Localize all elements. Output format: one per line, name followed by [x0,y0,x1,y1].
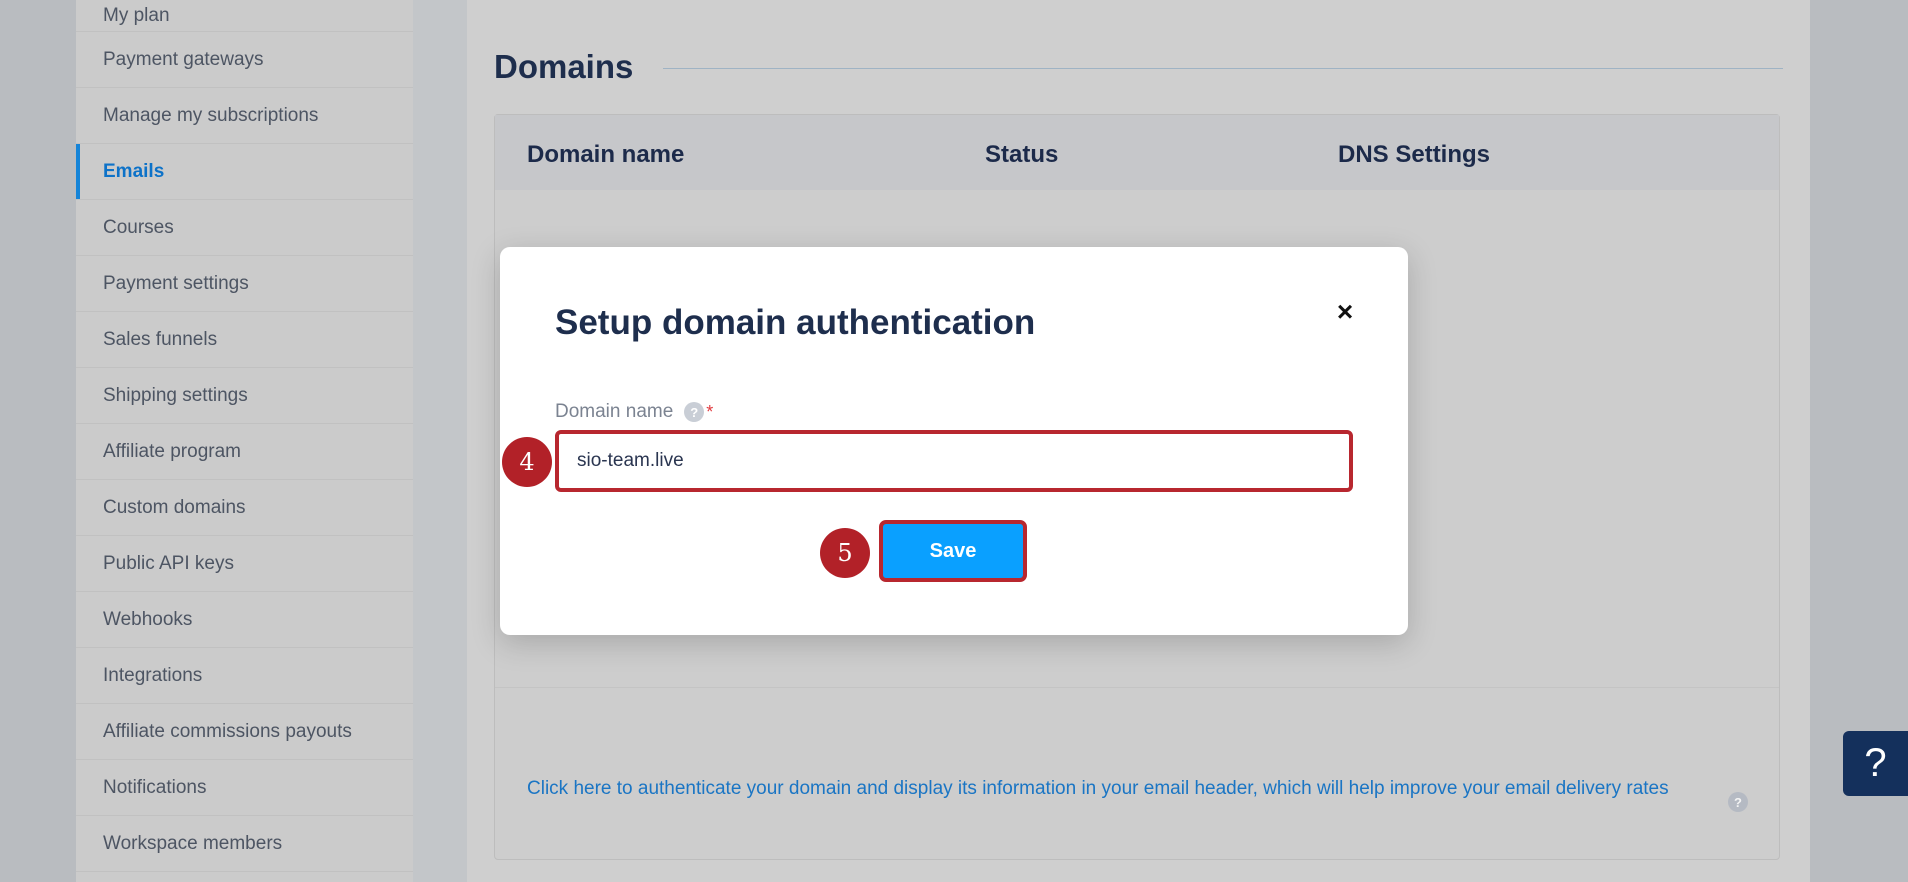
sidebar-item-affiliate-program[interactable]: Affiliate program [76,424,413,480]
question-icon[interactable]: ? [1728,792,1748,812]
close-icon[interactable]: × [1330,296,1360,327]
sidebar-item-label: Affiliate commissions payouts [103,720,352,742]
sidebar-item-label: Webhooks [103,608,193,630]
sidebar-item-notifications[interactable]: Notifications [76,760,413,816]
question-mark-icon: ? [1864,741,1887,785]
sidebar-item-label: Notifications [103,776,207,798]
sidebar-item-courses[interactable]: Courses [76,200,413,256]
domain-name-input[interactable] [555,430,1353,492]
help-button[interactable]: ? [1843,731,1908,796]
sidebar-item-label: Courses [103,216,174,238]
sidebar-item-workspace-members[interactable]: Workspace members [76,816,413,872]
dialog-title: Setup domain authentication [555,303,1036,342]
authenticate-domain-link[interactable]: Click here to authenticate your domain a… [527,775,1677,802]
sidebar-item-payment-gateways[interactable]: Payment gateways [76,32,413,88]
sidebar-item-label: Workspace members [103,832,283,854]
setup-domain-authentication-dialog: Setup domain authentication × Domain nam… [500,247,1408,635]
sidebar-item-shipping-settings[interactable]: Shipping settings [76,368,413,424]
page-title: Domains [494,48,634,85]
sidebar-item-emails[interactable]: Emails [76,144,413,200]
table-header: Domain name Status DNS Settings [495,115,1779,190]
domain-name-label: Domain name ? * [555,401,713,423]
step-4-badge: 4 [502,437,552,487]
sidebar-item-label: Affiliate program [103,440,241,462]
sidebar-item-affiliate-commissions-payouts[interactable]: Affiliate commissions payouts [76,704,413,760]
sidebar-item-custom-domains[interactable]: Custom domains [76,480,413,536]
column-header-status: Status [985,141,1059,168]
sidebar-item-label: Manage my subscriptions [103,104,319,126]
close-glyph: × [1336,296,1354,327]
sidebar-item-label: Custom domains [103,496,246,518]
page-background-left [0,0,76,882]
required-marker: * [706,401,714,422]
content-gutter [413,0,467,882]
sidebar-item-label: Integrations [103,664,203,686]
sidebar-item-webhooks[interactable]: Webhooks [76,592,413,648]
sidebar-item-label: Emails [103,160,165,182]
sidebar-item-manage-subscriptions[interactable]: Manage my subscriptions [76,88,413,144]
sidebar-item-payment-settings[interactable]: Payment settings [76,256,413,312]
sidebar-item-public-api-keys[interactable]: Public API keys [76,536,413,592]
row-divider [495,687,1779,688]
sidebar-item-sales-funnels[interactable]: Sales funnels [76,312,413,368]
title-divider [663,68,1783,69]
sidebar-item-label: Payment gateways [103,48,264,70]
sidebar-item-label: Sales funnels [103,328,218,350]
column-header-domain-name: Domain name [527,141,685,168]
column-header-dns-settings: DNS Settings [1338,141,1491,168]
sidebar-item-label: Payment settings [103,272,249,294]
sidebar-item-my-plan[interactable]: My plan [76,0,413,32]
sidebar-item-label: My plan [103,4,170,26]
sidebar-item-integrations[interactable]: Integrations [76,648,413,704]
step-5-badge: 5 [820,528,870,578]
settings-sidebar: My plan Payment gateways Manage my subsc… [76,0,413,882]
save-button[interactable]: Save [879,520,1027,582]
field-label-text: Domain name [555,401,674,422]
sidebar-item-label: Shipping settings [103,384,248,406]
help-tooltip-icon[interactable]: ? [684,402,705,422]
sidebar-item-label: Public API keys [103,552,234,574]
